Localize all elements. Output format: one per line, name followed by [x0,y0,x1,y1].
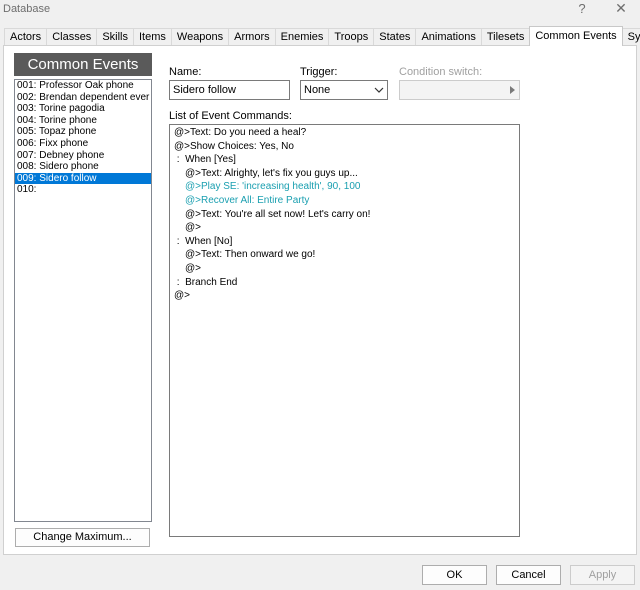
command-line[interactable]: @> [174,289,190,302]
tab-enemies[interactable]: Enemies [274,28,330,46]
ok-button[interactable]: OK [422,565,487,585]
change-maximum-button[interactable]: Change Maximum... [15,528,150,547]
common-event-list[interactable]: 001: Professor Oak phone 002: Brendan dep… [14,79,152,522]
list-item[interactable]: 009: Sidero follow [15,172,151,185]
list-item[interactable]: 004: Torine phone [15,115,151,127]
list-item[interactable]: 007: Debney phone [15,150,151,162]
command-line[interactable]: @> [185,221,201,234]
trigger-label: Trigger: [300,66,338,78]
tab-system[interactable]: System [621,28,640,46]
tab-weapons[interactable]: Weapons [170,28,230,46]
tab-tilesets[interactable]: Tilesets [480,28,531,46]
list-item[interactable]: 006: Fixx phone [15,138,151,150]
tab-actors[interactable]: Actors [4,28,48,46]
database-window: Database ? ✕ Actors Classes Skills Items Wea… [0,0,640,590]
tab-animations[interactable]: Animations [415,28,482,46]
command-line[interactable]: @>Text: Do you need a heal? [174,126,306,139]
list-item[interactable]: 010: [15,184,151,196]
tab-armors[interactable]: Armors [228,28,276,46]
tab-common-events[interactable]: Common Events [529,26,623,46]
command-line[interactable]: @>Text: Then onward we go! [185,248,315,261]
list-item[interactable]: 002: Brendan dependent ever [15,92,151,104]
commands-label: List of Event Commands: [169,110,292,122]
tab-skills[interactable]: Skills [96,28,134,46]
command-line[interactable]: @> [185,262,201,275]
tab-strip: Actors Classes Skills Items Weapons Armors Ene… [4,26,640,46]
tab-classes[interactable]: Classes [46,28,98,46]
list-item[interactable]: 003: Torine pagodia [15,103,151,115]
command-line[interactable]: : When [Yes] [174,153,236,166]
play-icon [510,86,515,94]
event-command-list[interactable]: @>Text: Do you need a heal? @>Show Choice… [169,124,520,537]
list-item[interactable]: 005: Topaz phone [15,126,151,138]
window-title: Database [3,3,51,15]
chevron-down-icon [374,87,384,93]
name-input[interactable]: Sidero follow [169,80,290,100]
command-line[interactable]: @>Text: Alrighty, let's fix you guys up.… [185,167,358,180]
trigger-select[interactable]: None [300,80,388,100]
list-header: Common Events [14,53,152,76]
name-label: Name: [169,66,202,78]
title-bar: Database ? ✕ [0,0,640,18]
help-button[interactable]: ? [576,1,588,16]
condition-switch-label: Condition switch: [399,66,483,78]
condition-switch-field[interactable] [399,80,520,100]
command-line[interactable]: : When [No] [174,235,233,248]
tab-items[interactable]: Items [132,28,172,46]
tab-states[interactable]: States [373,28,417,46]
command-line[interactable]: @>Text: You're all set now! Let's carry … [185,208,370,221]
command-line[interactable]: : Branch End [174,276,238,289]
command-line[interactable]: @>Show Choices: Yes, No [174,140,294,153]
tab-troops[interactable]: Troops [328,28,375,46]
cancel-button[interactable]: Cancel [496,565,561,585]
common-events-panel: Common Events 001: Professor Oak phone 00… [3,45,637,555]
list-item[interactable]: 001: Professor Oak phone [15,80,151,92]
command-line[interactable]: @>Recover All: Entire Party [185,194,309,207]
command-line[interactable]: @>Play SE: 'increasing health', 90, 100 [185,180,360,193]
close-button[interactable]: ✕ [612,0,630,17]
trigger-value: None [304,84,331,96]
apply-button[interactable]: Apply [570,565,635,585]
list-item[interactable]: 008: Sidero phone [15,161,151,173]
